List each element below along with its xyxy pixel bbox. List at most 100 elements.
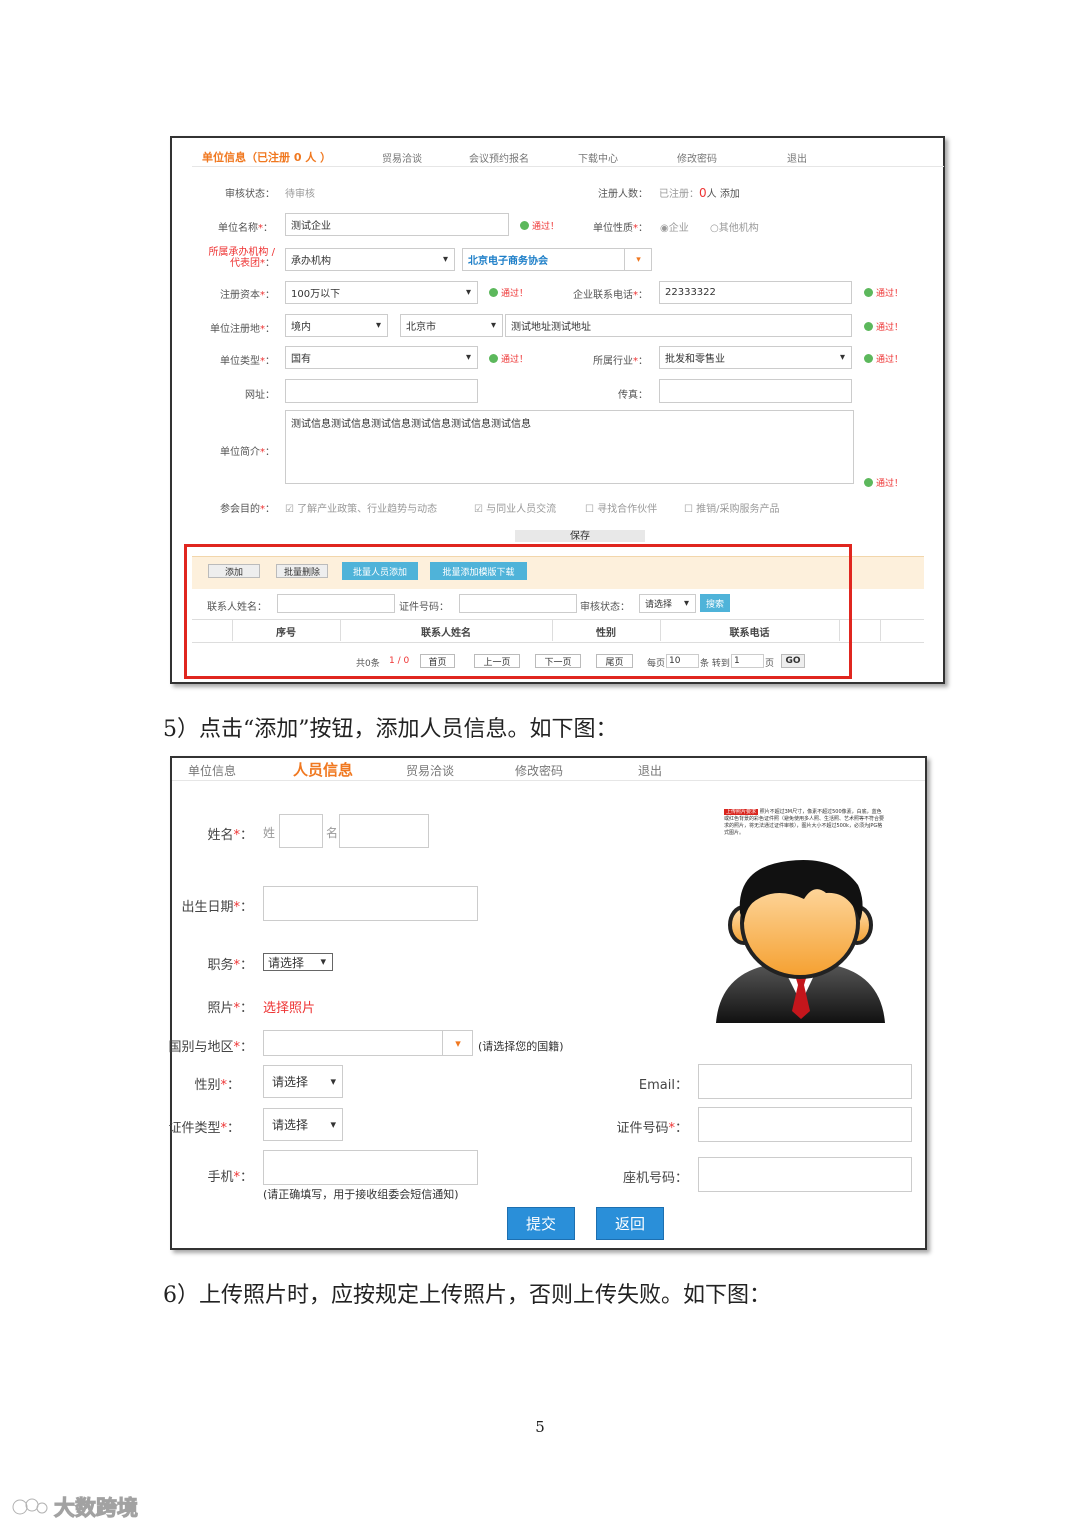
phone-input[interactable]: 22333322 xyxy=(659,281,852,304)
unit-nature-label: 单位性质*： xyxy=(593,223,648,234)
org-value: 北京电子商务协会 xyxy=(468,256,548,267)
unit-nature-radio-company[interactable]: ◉企业 xyxy=(660,219,689,234)
watermark-logo: 大数跨境 xyxy=(10,1492,139,1522)
tab-unit-info[interactable]: 单位信息 xyxy=(188,762,236,779)
org-combo-arrow[interactable]: ▾ xyxy=(624,249,652,270)
surname-input[interactable] xyxy=(279,814,323,848)
intro-textarea[interactable]: 测试信息测试信息测试信息测试信息测试信息测试信息 xyxy=(285,410,854,484)
fax-input[interactable] xyxy=(659,379,852,403)
step-6-text: 6）上传照片时，应按规定上传照片，否则上传失败。如下图： xyxy=(163,1283,771,1308)
avatar-placeholder-icon xyxy=(716,860,885,1023)
mobile-hint: (请正确填写，用于接收组委会短信通知) xyxy=(263,1188,459,1201)
country-label: 国别与地区*： xyxy=(168,1040,253,1055)
reg-place-address[interactable]: 测试地址测试地址 xyxy=(505,314,852,337)
type-label: 单位类型*： xyxy=(220,356,275,367)
back-button[interactable]: 返回 xyxy=(596,1207,664,1240)
save-button[interactable]: 保存 xyxy=(515,530,645,542)
surname-label: 姓 xyxy=(263,826,276,840)
unit-nature-radio-other[interactable]: ○其他机构 xyxy=(710,219,759,234)
intro-pass: 通过！ xyxy=(864,476,903,489)
tab-password[interactable]: 修改密码 xyxy=(515,762,563,779)
industry-pass: 通过！ xyxy=(864,352,903,365)
gender-label: 性别*： xyxy=(194,1078,240,1093)
photo-label: 照片*： xyxy=(207,1001,253,1016)
reg-place-select-1[interactable]: 境内 xyxy=(285,314,388,337)
screenshot-person-info: 单位信息 人员信息 贸易洽谈 修改密码 退出 姓名*： 姓 名 出生日期*： 职… xyxy=(168,756,927,1250)
landline-input[interactable] xyxy=(698,1157,912,1192)
purpose-label: 参会目的*： xyxy=(220,504,275,515)
reg-count-value: 已注册：0人 添加 xyxy=(659,185,740,200)
id-type-select[interactable]: 请选择 xyxy=(263,1108,343,1141)
tab-person-info[interactable]: 人员信息 xyxy=(293,759,353,780)
capital-select[interactable]: 100万以下 xyxy=(285,281,478,304)
check-icon xyxy=(520,221,529,230)
step-5-text: 5）点击“添加”按钮，添加人员信息。如下图： xyxy=(163,717,618,742)
fax-label: 传真： xyxy=(618,390,648,401)
phone-label: 企业联系电话*： xyxy=(573,290,648,301)
check-icon xyxy=(489,288,498,297)
reg-count-add[interactable]: 人 添加 xyxy=(707,189,740,200)
audit-value: 待审核 xyxy=(285,189,315,200)
page-number: 5 xyxy=(535,1418,545,1436)
reg-place-pass: 通过！ xyxy=(864,320,903,333)
mobile-input[interactable] xyxy=(263,1150,478,1185)
site-label: 网址： xyxy=(245,390,275,401)
purpose-checkbox-1[interactable]: ☑ 了解产业政策、行业趋势与动态 xyxy=(285,500,437,515)
screenshot-unit-info: 单位信息（已注册 0 人 ） 贸易洽谈 会议预约报名 下载中心 修改密码 退出 … xyxy=(170,136,945,684)
industry-label: 所属行业*： xyxy=(593,356,648,367)
tab-trade[interactable]: 贸易洽谈 xyxy=(406,762,454,779)
site-input[interactable] xyxy=(285,379,478,403)
submit-button[interactable]: 提交 xyxy=(507,1207,575,1240)
unit-name-label: 单位名称*： xyxy=(218,223,273,234)
check-icon xyxy=(864,478,873,487)
photo-requirement-tag: 上传照片要求 xyxy=(724,809,759,815)
country-hint: (请选择您的国籍) xyxy=(478,1040,564,1053)
tab-unit-info[interactable]: 单位信息（已注册 0 人 ） xyxy=(202,149,331,165)
unit-name-input[interactable]: 测试企业 xyxy=(285,213,509,236)
watermark-icon xyxy=(11,1497,49,1516)
capital-pass: 通过！ xyxy=(489,286,528,299)
tab-logout[interactable]: 退出 xyxy=(787,150,807,165)
reg-count-label: 注册人数： xyxy=(598,189,648,200)
tab-logout[interactable]: 退出 xyxy=(638,762,662,779)
watermark-text: 大数跨境 xyxy=(54,1496,139,1521)
tab-password[interactable]: 修改密码 xyxy=(677,150,717,165)
dob-input[interactable] xyxy=(263,886,478,921)
highlight-box xyxy=(184,544,852,679)
reg-place-select-2[interactable]: 北京市 xyxy=(400,314,503,337)
industry-select[interactable]: 批发和零售业 xyxy=(659,346,852,369)
intro-label: 单位简介*： xyxy=(220,447,275,458)
check-icon xyxy=(864,354,873,363)
gender-select[interactable]: 请选择 xyxy=(263,1065,343,1098)
landline-label: 座机号码： xyxy=(622,1171,688,1186)
reg-count-num: 0 xyxy=(699,186,707,200)
org-type-select[interactable]: 承办机构 xyxy=(285,248,455,271)
type-select[interactable]: 国有 xyxy=(285,346,478,369)
mobile-label: 手机*： xyxy=(207,1170,253,1185)
capital-label: 注册资本*： xyxy=(220,290,275,301)
tab-trade[interactable]: 贸易洽谈 xyxy=(382,150,422,165)
id-number-label: 证件号码*： xyxy=(616,1121,688,1136)
check-icon xyxy=(489,354,498,363)
choose-photo-link[interactable]: 选择照片 xyxy=(263,997,315,1016)
photo-requirement-note: 上传照片要求 照片不超过3M尺寸，像素不超过500像素，白底，蓝色或红色背景的彩… xyxy=(724,809,884,837)
purpose-checkbox-3[interactable]: ☐ 寻找合作伙伴 xyxy=(585,500,657,515)
tab-download[interactable]: 下载中心 xyxy=(578,150,618,165)
email-label: Email： xyxy=(638,1078,688,1093)
given-name-label: 名 xyxy=(326,826,339,840)
email-input[interactable] xyxy=(698,1064,912,1099)
tab-meeting[interactable]: 会议预约报名 xyxy=(469,150,529,165)
given-name-input[interactable] xyxy=(339,814,429,848)
tab-divider xyxy=(192,166,944,167)
id-number-input[interactable] xyxy=(698,1107,912,1142)
org-label: 所属承办机构 / 代表团*： xyxy=(208,247,275,269)
position-select[interactable]: 请选择 xyxy=(263,953,333,971)
reg-count-prefix: 已注册： xyxy=(659,189,699,200)
type-pass: 通过！ xyxy=(489,352,528,365)
phone-pass: 通过！ xyxy=(864,286,903,299)
name-label: 姓名*： xyxy=(207,828,253,843)
country-combo-arrow[interactable]: ▾ xyxy=(442,1031,473,1055)
purpose-checkbox-4[interactable]: ☐ 推销/采购服务产品 xyxy=(684,500,780,515)
purpose-checkbox-2[interactable]: ☑ 与同业人员交流 xyxy=(474,500,556,515)
unit-name-pass: 通过！ xyxy=(520,219,559,232)
